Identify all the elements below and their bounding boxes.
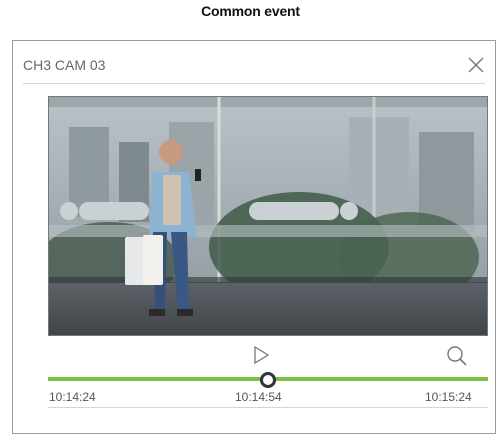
- video-image: [49, 97, 487, 335]
- dialog-title: CH3 CAM 03: [23, 57, 106, 73]
- timeline-current-time: 10:14:54: [235, 390, 282, 404]
- playback-timeline[interactable]: [48, 371, 488, 388]
- timeline-handle[interactable]: [260, 372, 276, 388]
- timeline-end-time: 10:15:24: [425, 390, 472, 404]
- video-frame: [48, 96, 488, 336]
- play-icon[interactable]: [253, 346, 269, 364]
- header-divider: [23, 83, 485, 84]
- footer-divider: [48, 407, 488, 408]
- search-icon[interactable]: [446, 345, 468, 367]
- close-icon[interactable]: [467, 56, 485, 74]
- timeline-start-time: 10:14:24: [49, 390, 96, 404]
- event-dialog: CH3 CAM 03 10:14:24 10:14:54 10:15:24: [12, 40, 496, 434]
- page-caption: Common event: [201, 3, 300, 19]
